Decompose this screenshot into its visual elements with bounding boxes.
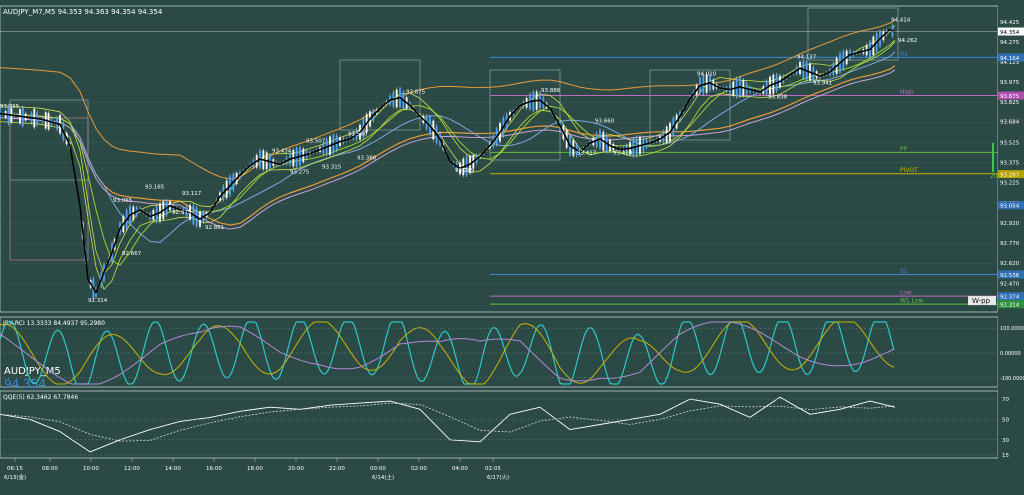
price-tick-label: 92.620 [1000, 261, 1020, 267]
level-label: Low [900, 290, 912, 297]
wpp-label: W-pp [972, 297, 991, 305]
rci-tick-label: 0.00000 [1000, 351, 1021, 357]
swing-label: 93.875 [406, 90, 426, 96]
time-tick-label: 18:00 [247, 466, 263, 472]
price-tick-label: 93.225 [1000, 180, 1020, 186]
price-tick-label: 93.825 [1000, 100, 1020, 106]
price-badge-text: 93.684 [1000, 120, 1020, 126]
price-badge-text: 94.164 [1000, 56, 1020, 62]
chart-canvas[interactable]: AUDJPY_M7,M5 94.353 94.363 94.354 94.354… [0, 0, 1024, 491]
time-tick-label: 02:00 [411, 466, 427, 472]
level-label: PP [900, 146, 908, 153]
swing-label: 93.117 [182, 191, 202, 197]
time-tick-label: 00:00 [370, 466, 386, 472]
qqe-tick-label: 50 [1002, 417, 1009, 423]
qqe-tick-label: 70 [1002, 397, 1009, 403]
current-price-badge-text: 94.354 [1000, 30, 1020, 36]
price-badge-text: 93.875 [1000, 94, 1020, 100]
date-label: 6/14(土) [372, 473, 394, 481]
level-label: W1 Low [900, 298, 924, 305]
price-tick-label: 93.375 [1000, 160, 1020, 166]
mt4-chart-window[interactable]: AUDJPY_M7,M5 94.353 94.363 94.354 94.354… [0, 0, 1024, 491]
swing-label: 93.165 [145, 184, 165, 190]
swing-label: 93.507 [306, 139, 326, 145]
rci-tick-label: -100.0000 [1000, 376, 1024, 382]
swing-label: 92.975 [172, 210, 192, 216]
qqe-panel-title: QQE(5) 62.3462 67.7846 [3, 394, 78, 401]
rci-panel-title: JRX-RCI 13.3333 84.4937 95.2980 [2, 320, 105, 327]
price-badge-text: 93.054 [1000, 204, 1020, 210]
swing-label: 93.289 [455, 168, 475, 174]
swing-label: 93.065 [113, 198, 133, 204]
price-tick-label: 92.770 [1000, 241, 1020, 247]
main-panel-title: AUDJPY_M7,M5 94.353 94.363 94.354 94.354 [3, 8, 163, 16]
swing-label: 94.262 [898, 38, 917, 44]
time-tick-label: 04:00 [452, 466, 468, 472]
symbol-price: 94.354 [4, 377, 46, 391]
price-tick-label: 94.425 [1000, 20, 1020, 26]
swing-label: 94.414 [891, 17, 911, 23]
swing-label: 93.417 [577, 151, 597, 157]
time-tick-label: 20:00 [288, 466, 304, 472]
time-tick-label: 14:00 [165, 466, 181, 472]
time-tick-label: 02:05 [485, 466, 501, 472]
price-tick-label: 93.525 [1000, 140, 1020, 146]
swing-label: 94.137 [797, 55, 817, 61]
time-tick-label: 12:00 [124, 466, 140, 472]
time-tick-label: 16:00 [206, 466, 222, 472]
swing-label: 93.434 [272, 148, 292, 154]
swing-label: 93.418 [613, 151, 633, 157]
price-badge-text: 92.536 [1000, 273, 1020, 279]
swing-label: 92.861 [205, 225, 224, 231]
level-label: R1 [900, 51, 908, 58]
date-label: 6/17(火) [487, 475, 509, 481]
swing-label: 92.314 [88, 298, 108, 304]
time-tick-label: 10:00 [83, 466, 99, 472]
chart-background [0, 0, 1024, 491]
swing-label: 93.765 [0, 104, 20, 110]
price-tick-label: 93.975 [1000, 80, 1020, 86]
date-label: 6/13(金) [4, 473, 26, 481]
swing-label: 93.560 [348, 132, 368, 138]
time-tick-label: 08:00 [42, 466, 58, 472]
swing-label: 93.380 [357, 156, 377, 162]
price-badge-text: 92.374 [1000, 295, 1020, 301]
symbol-name: AUDJPY_M5 [4, 366, 61, 377]
price-tick-label: 94.275 [1000, 40, 1020, 46]
swing-label: 92.667 [122, 251, 142, 257]
swing-label: 94.010 [697, 71, 717, 77]
qqe-tick-label: 30 [1002, 438, 1009, 444]
rci-tick-label: 100.00000 [1000, 326, 1024, 332]
swing-label: 93.886 [541, 88, 561, 94]
indicator-value: 20 [990, 173, 998, 180]
level-label: PIVOT [900, 167, 918, 174]
swing-label: 93.941 [813, 81, 832, 87]
swing-label: 93.660 [595, 118, 615, 124]
swing-label: 93.275 [290, 170, 310, 176]
level-label: S1 [900, 268, 908, 275]
price-tick-label: 92.920 [1000, 221, 1020, 227]
qqe-tick-label: 15 [1002, 453, 1009, 459]
price-tick-label: 92.470 [1000, 281, 1020, 287]
swing-label: 93.838 [768, 94, 788, 100]
time-tick-label: 06:15 [7, 466, 23, 472]
swing-label: 93.315 [322, 164, 342, 170]
price-badge-text: 93.287 [1000, 173, 1020, 179]
time-tick-label: 22:00 [329, 466, 345, 472]
price-badge-text: 92.314 [1000, 303, 1020, 309]
level-label: High [900, 89, 914, 96]
